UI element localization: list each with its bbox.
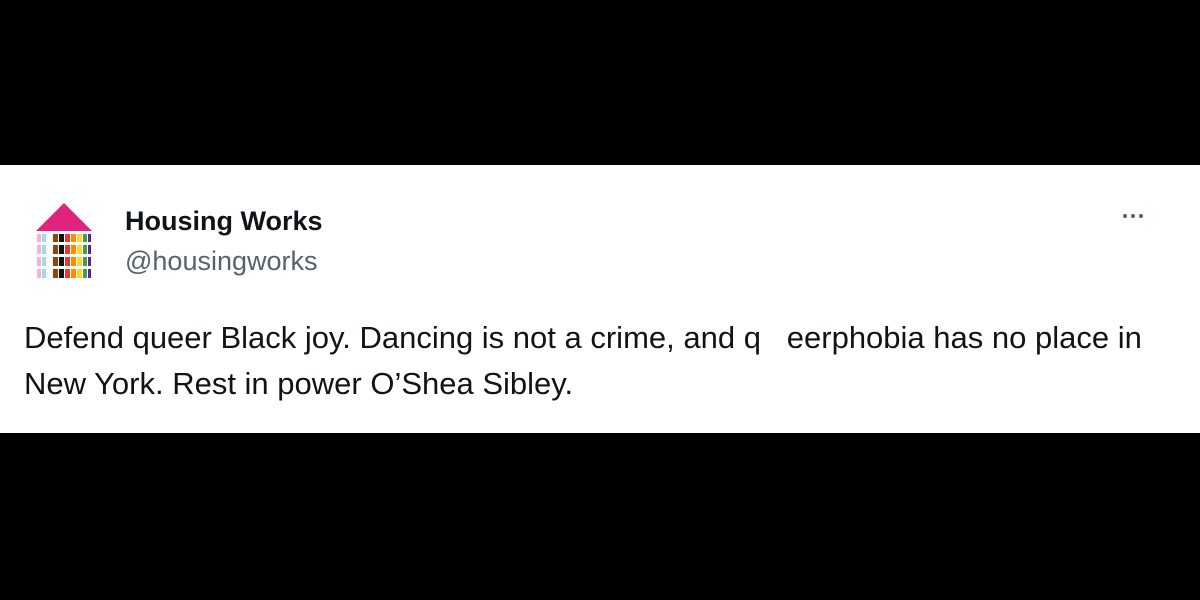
author-handle[interactable]: @housingworks: [125, 245, 323, 277]
tweet-card: Housing Works @housingworks Defend queer…: [0, 165, 1200, 433]
tweet-text: Defend queer Black joy. Dancing is not a…: [24, 320, 1151, 401]
screenshot-frame: Housing Works @housingworks Defend queer…: [0, 0, 1200, 600]
author-display-name[interactable]: Housing Works: [125, 205, 323, 237]
avatar[interactable]: [32, 201, 96, 281]
more-options-icon: [1123, 214, 1127, 218]
author-info: Housing Works @housingworks: [125, 205, 323, 277]
more-options-icon-dot: [1139, 214, 1143, 218]
more-options-icon-dot: [1131, 214, 1135, 218]
more-options-button[interactable]: [1116, 205, 1150, 227]
housing-works-logo-icon: [36, 203, 92, 279]
